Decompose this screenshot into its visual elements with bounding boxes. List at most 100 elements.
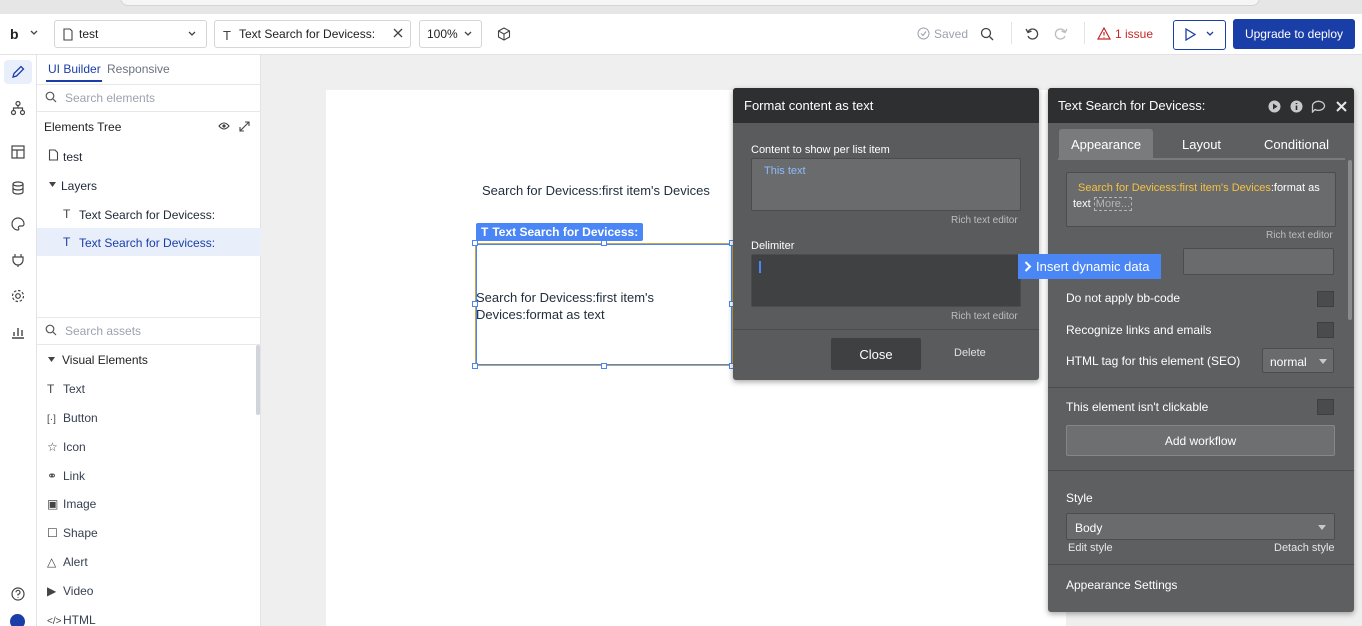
selected-text-content[interactable]: Search for Devicess:first item's Devices… <box>476 289 726 323</box>
text-content-expression[interactable]: Search for Devicess:first item's Devices… <box>1073 180 1331 212</box>
more-link[interactable]: More... <box>1093 197 1133 211</box>
html-tag-label: HTML tag for this element (SEO) <box>1066 354 1241 368</box>
rich-text-editor-link[interactable]: Rich text editor <box>1266 230 1333 241</box>
tab-responsive[interactable]: Responsive <box>107 62 170 76</box>
cube-icon[interactable] <box>497 27 511 41</box>
info-icon[interactable] <box>1290 100 1303 113</box>
data-icon[interactable] <box>10 180 26 196</box>
browser-address-bar[interactable] <box>120 0 1260 6</box>
bb-code-label: Do not apply bb-code <box>1066 291 1181 305</box>
toolbar-divider <box>1011 22 1012 44</box>
tree-item-page[interactable]: test <box>37 142 261 170</box>
image-icon: ▣ <box>47 497 59 511</box>
search-elements-input[interactable]: Search elements <box>65 91 155 105</box>
tab-conditional[interactable]: Conditional <box>1264 137 1329 152</box>
caret-down-icon[interactable] <box>48 357 55 362</box>
style-select[interactable]: Body <box>1066 513 1335 540</box>
logo-menu-chevron-icon[interactable] <box>30 30 38 36</box>
toolbar-divider <box>1084 22 1085 44</box>
tab-layout[interactable]: Layout <box>1182 137 1221 152</box>
delete-button[interactable]: Delete <box>954 347 986 359</box>
undo-icon[interactable] <box>1025 27 1039 41</box>
square-icon: ☐ <box>47 526 58 540</box>
search-icon[interactable] <box>980 27 994 41</box>
format-popup-divider <box>733 329 1039 330</box>
redo-icon[interactable] <box>1054 27 1068 41</box>
add-workflow-button[interactable]: Add workflow <box>1066 425 1335 456</box>
resize-handle[interactable] <box>472 363 478 369</box>
visual-element-icon[interactable]: ☆ Icon <box>47 440 86 454</box>
visual-element-video[interactable]: ▶ Video <box>47 584 93 598</box>
settings-gear-icon[interactable] <box>10 288 26 304</box>
visual-element-label: HTML <box>63 613 96 626</box>
delimiter-input[interactable] <box>751 254 1021 307</box>
close-button[interactable]: Close <box>831 338 921 370</box>
visual-element-alert[interactable]: △ Alert <box>47 555 88 569</box>
design-pencil-icon[interactable] <box>10 64 26 80</box>
upgrade-deploy-button[interactable]: Upgrade to deploy <box>1233 19 1355 49</box>
tree-item-layers[interactable]: Layers <box>37 171 261 199</box>
resize-handle[interactable] <box>601 363 607 369</box>
property-editor-scrollbar[interactable] <box>1348 160 1352 320</box>
appearance-settings-label[interactable]: Appearance Settings <box>1066 578 1177 592</box>
font-select[interactable] <box>1183 248 1334 275</box>
visual-element-button[interactable]: [·] Button <box>47 411 98 425</box>
dynamic-expression[interactable]: Search for Devicess:first item's Devices <box>1073 182 1271 194</box>
tree-item-text[interactable]: T Text Search for Devicess: <box>37 200 261 228</box>
play-icon[interactable] <box>1268 100 1281 113</box>
tab-ui-builder-underline <box>46 80 102 82</box>
rich-text-editor-link[interactable]: Rich text editor <box>951 215 1018 226</box>
close-icon[interactable] <box>1336 101 1347 112</box>
selected-element-label[interactable]: T Text Search for Devicess: <box>476 223 644 241</box>
plugins-icon[interactable] <box>10 252 26 268</box>
edit-style-link[interactable]: Edit style <box>1068 542 1113 554</box>
comment-icon[interactable] <box>1311 100 1326 113</box>
tree-item-text-selected[interactable]: T Text Search for Devicess: <box>37 228 261 256</box>
saved-check-icon <box>917 27 930 40</box>
detach-style-link[interactable]: Detach style <box>1274 542 1335 554</box>
text-cursor <box>759 261 761 273</box>
visual-element-image[interactable]: ▣ Image <box>47 497 96 511</box>
eye-icon[interactable] <box>218 121 230 131</box>
elements-panel-scrollbar[interactable] <box>256 345 260 415</box>
not-clickable-checkbox[interactable] <box>1317 399 1334 415</box>
link-icon: ⚭ <box>47 469 58 483</box>
visual-element-link[interactable]: ⚭ Link <box>47 469 85 483</box>
recognize-links-checkbox[interactable] <box>1317 322 1334 338</box>
not-clickable-label: This element isn't clickable <box>1066 400 1209 414</box>
logs-chart-icon[interactable] <box>10 324 26 340</box>
bubble-logo[interactable]: b <box>10 26 19 42</box>
search-assets-input[interactable]: Search assets <box>65 324 141 338</box>
tree-item-label: Layers <box>61 179 98 193</box>
workflow-icon[interactable] <box>10 100 26 116</box>
insert-dynamic-data-button[interactable]: Insert dynamic data <box>1018 254 1161 279</box>
tab-appearance[interactable]: Appearance <box>1059 129 1153 159</box>
visual-elements-title[interactable]: Visual Elements <box>62 353 148 367</box>
resize-handle[interactable] <box>601 240 607 246</box>
visual-element-label: Link <box>63 469 86 483</box>
tab-ui-builder[interactable]: UI Builder <box>48 62 101 76</box>
visual-element-html[interactable]: </> HTML <box>47 613 96 626</box>
visual-element-label: Alert <box>63 555 88 569</box>
selected-element-name: Text Search for Devicess: <box>492 225 639 239</box>
resize-handle[interactable] <box>472 301 478 307</box>
clear-element-icon[interactable] <box>393 28 403 38</box>
html-tag-select[interactable]: normal <box>1262 348 1334 373</box>
canvas-text-element[interactable]: Search for Devicess:first item's Devices <box>482 183 710 198</box>
preview-button[interactable] <box>1173 20 1226 50</box>
expand-icon[interactable] <box>239 121 250 132</box>
warning-icon[interactable] <box>1097 27 1111 40</box>
visual-element-shape[interactable]: ☐ Shape <box>47 526 98 540</box>
issues-count[interactable]: 1 issue <box>1115 27 1153 41</box>
caret-down-icon[interactable] <box>49 182 56 187</box>
palette-icon[interactable] <box>10 216 26 232</box>
bb-code-checkbox[interactable] <box>1317 291 1334 307</box>
resize-handle[interactable] <box>472 240 478 246</box>
user-avatar[interactable] <box>10 614 25 626</box>
page-select[interactable] <box>54 20 207 48</box>
page-select-value: test <box>79 27 99 41</box>
visual-element-text[interactable]: T Text <box>47 382 85 396</box>
rich-text-editor-link[interactable]: Rich text editor <box>951 311 1018 322</box>
styles-icon[interactable] <box>10 144 26 160</box>
help-icon[interactable] <box>10 586 26 602</box>
